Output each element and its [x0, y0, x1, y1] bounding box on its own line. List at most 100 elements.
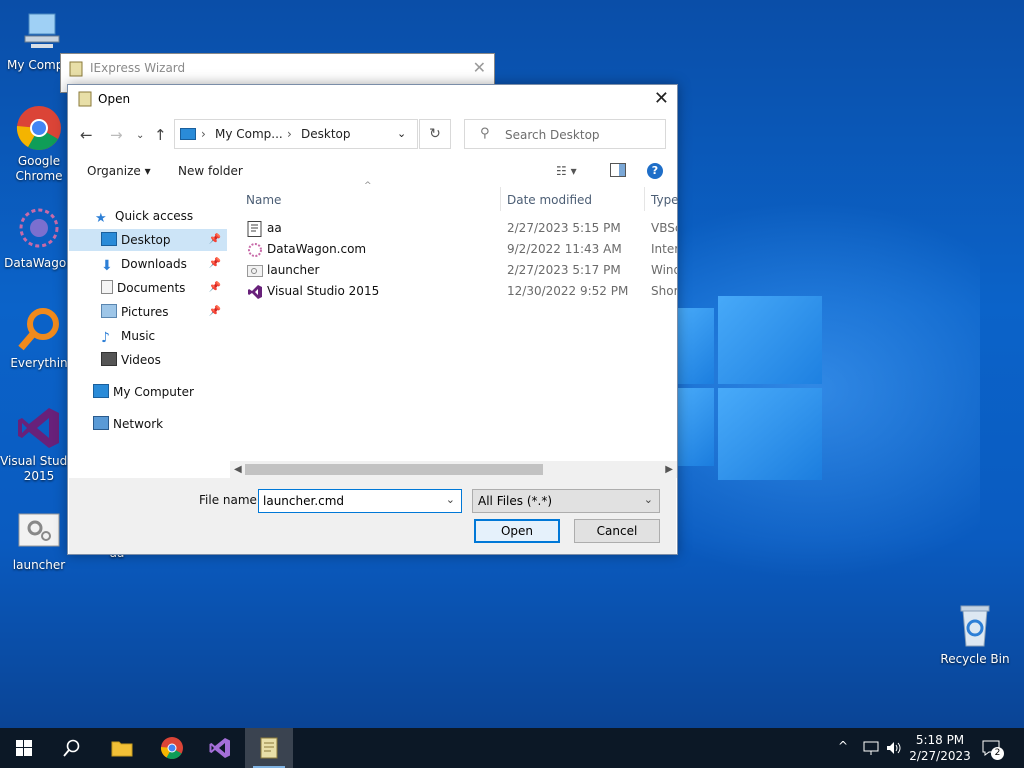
address-bar[interactable]: › My Comp... › Desktop ⌄	[174, 119, 418, 149]
command-toolbar: Organize ▾ New folder ☷ ▾ ?	[69, 157, 676, 185]
horizontal-scrollbar[interactable]: ◀ ▶	[230, 461, 677, 478]
scrollbar-thumb[interactable]	[245, 464, 543, 475]
download-arrow-icon: ⬇	[101, 258, 113, 274]
breadcrumb-my-computer[interactable]: My Comp...	[215, 127, 283, 141]
volume-icon[interactable]	[886, 740, 902, 768]
chevron-down-icon[interactable]: ⌄	[644, 493, 653, 506]
nav-pictures[interactable]: Pictures 📌	[69, 301, 227, 323]
view-options-button[interactable]: ☷ ▾	[556, 164, 577, 178]
cancel-button[interactable]: Cancel	[574, 519, 660, 543]
notification-center-button[interactable]: 2	[982, 728, 1006, 768]
star-icon: ★	[95, 211, 107, 226]
column-header-name[interactable]: Name	[246, 193, 281, 207]
nav-videos[interactable]: Videos	[69, 349, 227, 371]
column-separator[interactable]	[500, 187, 501, 211]
refresh-button[interactable]: ↻	[419, 119, 451, 149]
scroll-right-arrow-icon[interactable]: ▶	[665, 461, 673, 478]
pin-icon[interactable]: 📌	[209, 253, 221, 275]
computer-icon	[93, 384, 109, 398]
chrome-icon	[160, 737, 183, 759]
nav-label: My Computer	[113, 385, 194, 399]
gears-file-icon	[15, 508, 63, 556]
new-folder-button[interactable]: New folder	[178, 164, 243, 178]
scroll-left-arrow-icon[interactable]: ◀	[234, 461, 242, 478]
preview-pane-icon[interactable]	[610, 163, 626, 180]
visual-studio-icon	[209, 738, 230, 758]
nav-network[interactable]: Network	[93, 413, 227, 435]
open-button[interactable]: Open	[474, 519, 560, 543]
nav-label: Videos	[121, 353, 161, 367]
nav-documents[interactable]: Documents 📌	[69, 277, 227, 299]
desktop-icon-label: Recycle Bin	[940, 652, 1010, 666]
nav-music[interactable]: ♪ Music	[69, 325, 227, 347]
nav-quick-access[interactable]: ★ Quick access	[95, 205, 227, 227]
column-header-date[interactable]: Date modified	[507, 193, 592, 207]
up-arrow-icon[interactable]: ↑	[154, 126, 167, 144]
file-name: launcher	[267, 263, 320, 277]
sort-ascending-icon: ^	[364, 181, 372, 191]
column-separator[interactable]	[644, 187, 645, 211]
nav-label: Pictures	[121, 305, 169, 319]
clock-date: 2/27/2023	[909, 749, 971, 763]
chevron-down-icon[interactable]: ⌄	[446, 493, 455, 506]
monitor-icon	[180, 128, 196, 140]
file-date: 2/27/2023 5:15 PM	[507, 221, 621, 235]
pin-icon[interactable]: 📌	[209, 229, 221, 251]
clock-time: 5:18 PM	[915, 733, 965, 747]
desktop-icon-recycle-bin[interactable]: Recycle Bin	[936, 602, 1014, 667]
forward-arrow-icon[interactable]: →	[110, 126, 123, 144]
dialog-close-button[interactable]: ✕	[654, 88, 669, 109]
breadcrumb-separator: ›	[201, 127, 206, 141]
file-type: Intern	[651, 242, 677, 256]
gears-file-icon	[247, 263, 263, 279]
nav-my-computer[interactable]: My Computer	[93, 381, 227, 403]
dialog-app-icon	[78, 91, 92, 107]
file-row[interactable]: Visual Studio 2015 12/30/2022 9:52 PM Sh…	[243, 281, 677, 302]
file-type: Short	[651, 284, 677, 298]
desktop-folder-icon	[101, 232, 117, 246]
file-row[interactable]: aa 2/27/2023 5:15 PM VBSc	[243, 218, 677, 239]
taskbar-chrome[interactable]	[148, 728, 196, 768]
taskbar-search-button[interactable]	[48, 728, 96, 768]
taskbar-iexpress[interactable]	[245, 728, 293, 768]
search-box[interactable]: ⚲ Search Desktop	[464, 119, 666, 149]
back-arrow-icon[interactable]: ←	[80, 126, 93, 144]
datawagon-file-icon	[247, 242, 263, 258]
file-type: VBSc	[651, 221, 677, 235]
nav-label: Music	[121, 329, 156, 343]
pin-icon[interactable]: 📌	[209, 277, 221, 299]
address-dropdown-icon[interactable]: ⌄	[397, 127, 406, 140]
file-name-input[interactable]: launcher.cmd ⌄	[258, 489, 462, 513]
wizard-close-button[interactable]: ✕	[473, 58, 486, 77]
recent-locations-chevron-icon[interactable]: ⌄	[136, 130, 144, 141]
tray-overflow-chevron-icon[interactable]: ^	[838, 739, 848, 768]
nav-desktop[interactable]: Desktop 📌	[69, 229, 227, 251]
taskbar-visual-studio[interactable]	[196, 728, 244, 768]
breadcrumb-desktop[interactable]: Desktop	[301, 127, 351, 141]
organize-button[interactable]: Organize ▾	[87, 164, 151, 178]
file-date: 12/30/2022 9:52 PM	[507, 284, 629, 298]
open-file-dialog[interactable]: Open ✕ ← → ⌄ ↑ › My Comp... › Desktop ⌄ …	[67, 84, 679, 555]
computer-icon	[15, 8, 63, 56]
file-row[interactable]: launcher 2/27/2023 5:17 PM Wind	[243, 260, 677, 281]
nav-label: Downloads	[121, 257, 187, 271]
network-tray-icon[interactable]	[862, 740, 880, 768]
file-type-value: All Files (*.*)	[478, 494, 553, 508]
nav-downloads[interactable]: ⬇ Downloads 📌	[69, 253, 227, 275]
pin-icon[interactable]: 📌	[209, 301, 221, 323]
desktop-icon-label: DataWagon	[4, 256, 74, 270]
film-icon	[101, 352, 117, 366]
start-button[interactable]	[0, 728, 48, 768]
file-type-select[interactable]: All Files (*.*) ⌄	[472, 489, 660, 513]
dialog-footer: File name: launcher.cmd ⌄ All Files (*.*…	[69, 478, 676, 554]
search-icon: ⚲	[480, 126, 490, 141]
file-name: DataWagon.com	[267, 242, 367, 256]
nav-label: Desktop	[121, 233, 171, 247]
file-row[interactable]: DataWagon.com 9/2/2022 11:43 AM Intern	[243, 239, 677, 260]
file-type: Wind	[651, 263, 677, 277]
taskbar-clock[interactable]: 5:18 PM 2/27/2023	[904, 732, 976, 764]
help-icon[interactable]: ?	[647, 163, 663, 179]
taskbar-file-explorer[interactable]	[98, 728, 146, 768]
column-header-type[interactable]: Type	[651, 193, 679, 207]
taskbar: ^ 5:18 PM 2/27/2023 2	[0, 728, 1024, 768]
